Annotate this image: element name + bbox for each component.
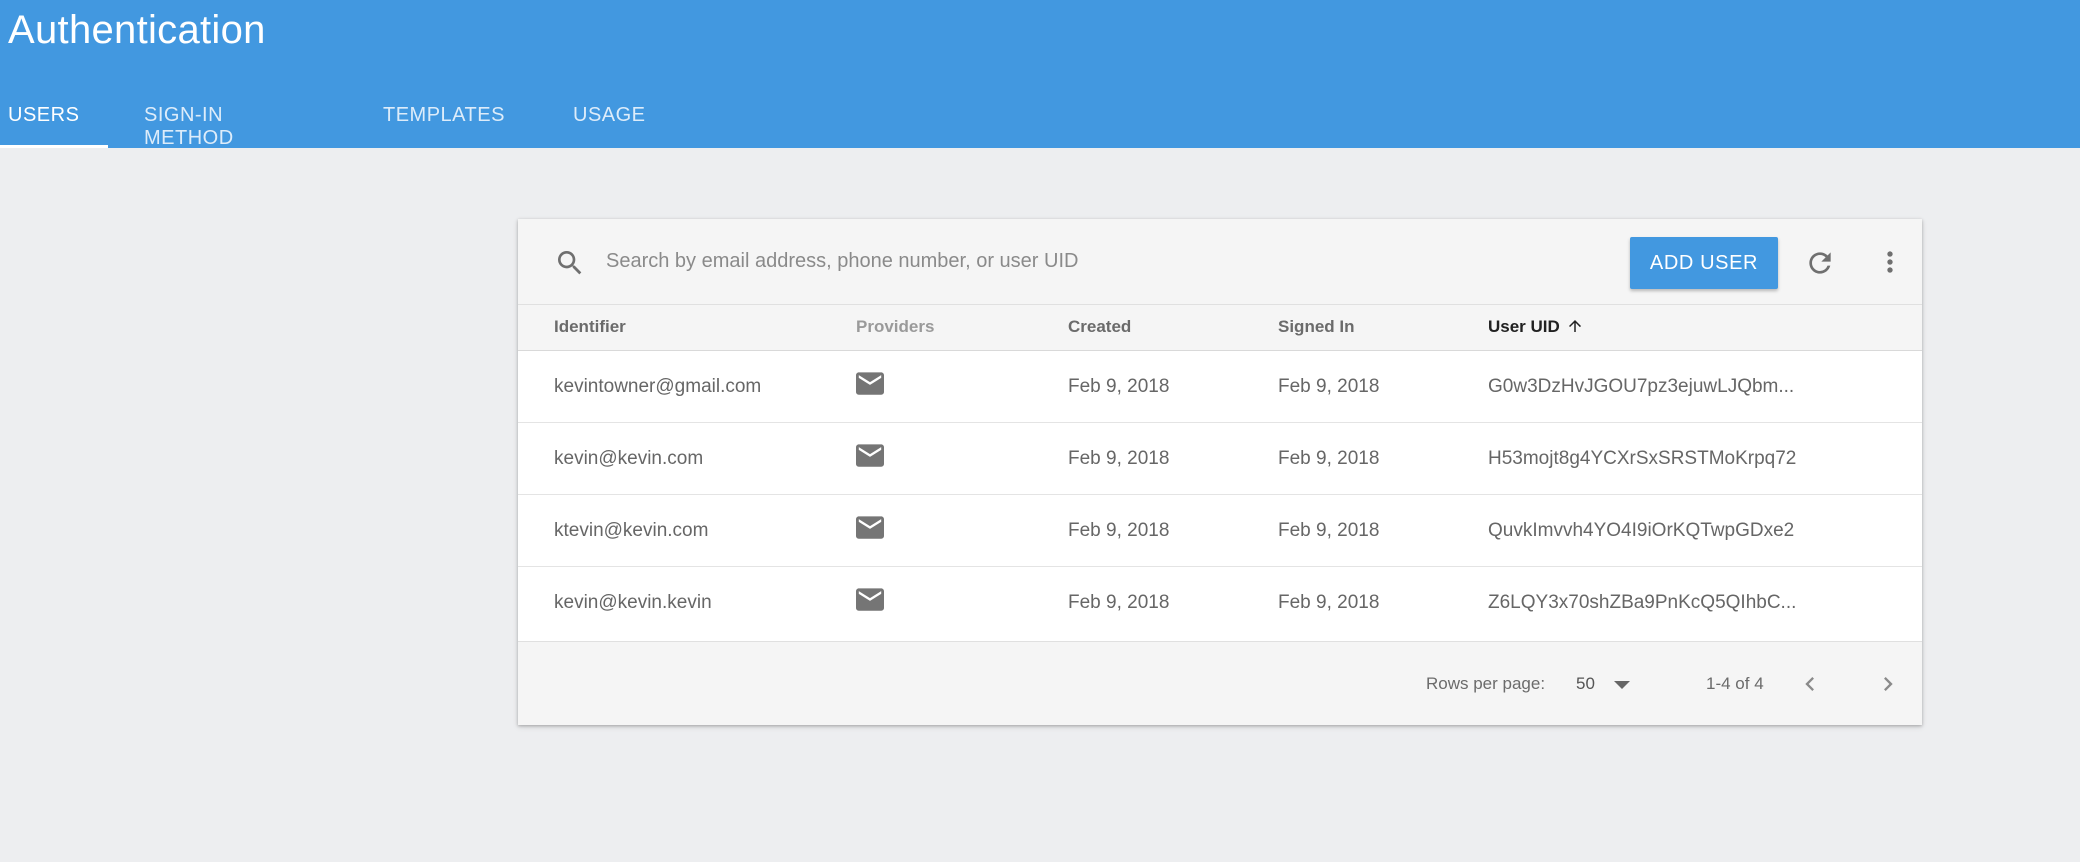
- cell-created: Feb 9, 2018: [1068, 376, 1170, 397]
- table-row[interactable]: kevin@kevin.com Feb 9, 2018 Feb 9, 2018 …: [518, 423, 1922, 495]
- tab-sign-in-method[interactable]: SIGN-IN METHOD: [144, 104, 234, 150]
- arrow-up-icon: [1568, 320, 1581, 332]
- rows-per-page-value: 50: [1576, 674, 1595, 693]
- app-header: Authentication USERS SIGN-IN METHOD TEMP…: [0, 0, 2080, 150]
- page-title: Authentication: [8, 8, 266, 52]
- table-row[interactable]: ktevin@kevin.com Feb 9, 2018 Feb 9, 2018…: [518, 495, 1922, 567]
- cell-created: Feb 9, 2018: [1068, 448, 1170, 469]
- add-user-button[interactable]: ADD USER: [1630, 237, 1778, 289]
- pagination-range: 1-4 of 4: [1706, 674, 1764, 693]
- refresh-icon[interactable]: [1804, 247, 1836, 279]
- mail-icon: [856, 516, 884, 539]
- cell-user-uid: Z6LQY3x70shZBa9PnKcQ5QIhbC...: [1488, 592, 1797, 613]
- tab-users[interactable]: USERS: [8, 104, 79, 127]
- users-card: ADD USER Identifier Providers Created Si…: [518, 219, 1922, 725]
- cell-created: Feb 9, 2018: [1068, 520, 1170, 541]
- column-header-identifier[interactable]: Identifier: [554, 317, 626, 337]
- cell-identifier: kevintowner@gmail.com: [554, 376, 762, 397]
- column-header-created[interactable]: Created: [1068, 317, 1131, 337]
- mail-icon: [856, 372, 884, 395]
- search-input[interactable]: [606, 241, 1586, 281]
- cell-identifier: ktevin@kevin.com: [554, 520, 709, 541]
- cell-user-uid: QuvkImvvh4YO4I9iOrKQTwpGDxe2: [1488, 520, 1795, 541]
- chevron-right-icon[interactable]: [1874, 670, 1902, 698]
- cell-signed-in: Feb 9, 2018: [1278, 448, 1380, 469]
- column-header-providers: Providers: [856, 317, 935, 336]
- table-header: Identifier Providers Created Signed In U…: [518, 305, 1922, 351]
- pagination-footer: Rows per page: 50 1-4 of 4: [518, 641, 1922, 725]
- column-header-user-uid[interactable]: User UID: [1488, 317, 1584, 337]
- cell-signed-in: Feb 9, 2018: [1278, 592, 1380, 613]
- more-vert-icon[interactable]: [1874, 245, 1906, 279]
- cell-identifier: kevin@kevin.com: [554, 448, 704, 469]
- cell-user-uid: G0w3DzHvJGOU7pz3ejuwLJQbm...: [1488, 376, 1795, 397]
- tab-usage[interactable]: USAGE: [573, 104, 646, 127]
- table-row[interactable]: kevin@kevin.kevin Feb 9, 2018 Feb 9, 201…: [518, 567, 1922, 639]
- rows-per-page-label: Rows per page:: [1426, 674, 1546, 693]
- users-toolbar: ADD USER: [518, 219, 1922, 305]
- tab-templates[interactable]: TEMPLATES: [383, 104, 505, 127]
- column-header-user-uid-label: User UID: [1488, 317, 1560, 336]
- cell-identifier: kevin@kevin.kevin: [554, 592, 712, 613]
- table-row[interactable]: kevintowner@gmail.com Feb 9, 2018 Feb 9,…: [518, 351, 1922, 423]
- cell-user-uid: H53mojt8g4YCXrSxSRSTMoKrpq72: [1488, 448, 1797, 469]
- mail-icon: [856, 588, 884, 611]
- chevron-left-icon[interactable]: [1796, 670, 1824, 698]
- column-header-signed-in[interactable]: Signed In: [1278, 317, 1355, 337]
- search-icon: [558, 251, 582, 275]
- cell-signed-in: Feb 9, 2018: [1278, 520, 1380, 541]
- mail-icon: [856, 444, 884, 467]
- active-tab-indicator: [0, 145, 108, 148]
- cell-signed-in: Feb 9, 2018: [1278, 376, 1380, 397]
- cell-created: Feb 9, 2018: [1068, 592, 1170, 613]
- rows-per-page-select[interactable]: 50: [1576, 668, 1642, 698]
- dropdown-arrow-icon: [1614, 681, 1630, 689]
